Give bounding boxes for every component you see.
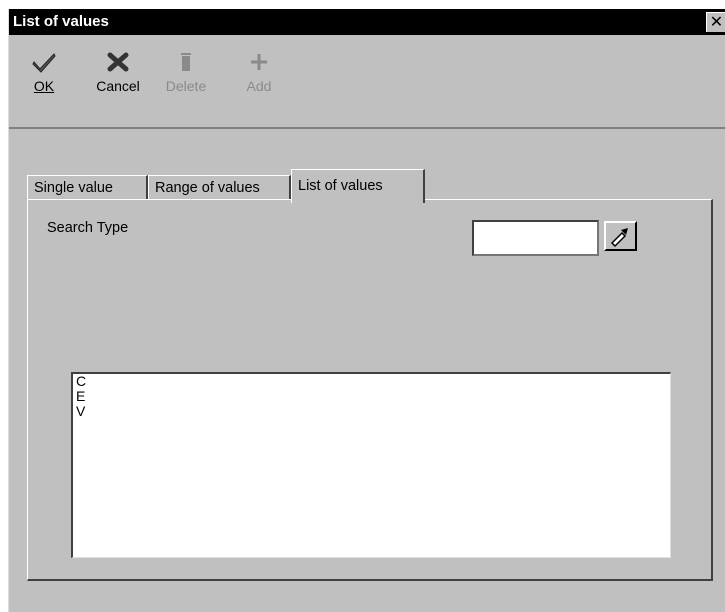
tab-panel: Search Type C E V	[27, 199, 713, 581]
tab-single-value[interactable]: Single value	[27, 175, 148, 199]
plus-icon	[239, 50, 279, 78]
add-label: Add	[246, 78, 272, 94]
add-button[interactable]: Add	[239, 50, 279, 94]
close-icon: ✕	[709, 14, 724, 31]
cancel-label: Cancel	[96, 78, 140, 94]
delete-button[interactable]: Delete	[159, 50, 213, 94]
tab-range-of-values[interactable]: Range of values	[148, 175, 291, 199]
values-listbox[interactable]: C E V	[71, 372, 671, 558]
search-type-label: Search Type	[47, 220, 129, 236]
cancel-button[interactable]: Cancel	[83, 50, 153, 94]
ok-button[interactable]: OK	[27, 50, 61, 94]
ok-label: OK	[33, 78, 55, 94]
x-icon	[83, 50, 153, 78]
list-item[interactable]: E	[73, 389, 670, 404]
tab-list-of-values[interactable]: List of values	[291, 169, 425, 203]
toolbar: OK Cancel Delete Add	[9, 35, 725, 129]
delete-label: Delete	[165, 78, 207, 94]
window-title: List of values	[13, 13, 109, 30]
trash-icon	[159, 50, 213, 78]
tab-label: Single value	[34, 180, 113, 196]
list-item[interactable]: C	[73, 374, 670, 389]
title-bar[interactable]: List of values ✕	[9, 9, 725, 35]
list-item[interactable]: V	[73, 404, 670, 419]
close-button[interactable]: ✕	[706, 12, 725, 32]
list-of-values-window: List of values ✕ OK Cancel Delete Add Si…	[8, 9, 725, 612]
flashlight-icon	[606, 228, 635, 253]
check-icon	[27, 50, 61, 78]
lookup-button[interactable]	[604, 221, 637, 251]
tab-label: List of values	[298, 178, 383, 194]
search-type-input[interactable]	[472, 220, 599, 256]
tab-label: Range of values	[155, 180, 260, 196]
